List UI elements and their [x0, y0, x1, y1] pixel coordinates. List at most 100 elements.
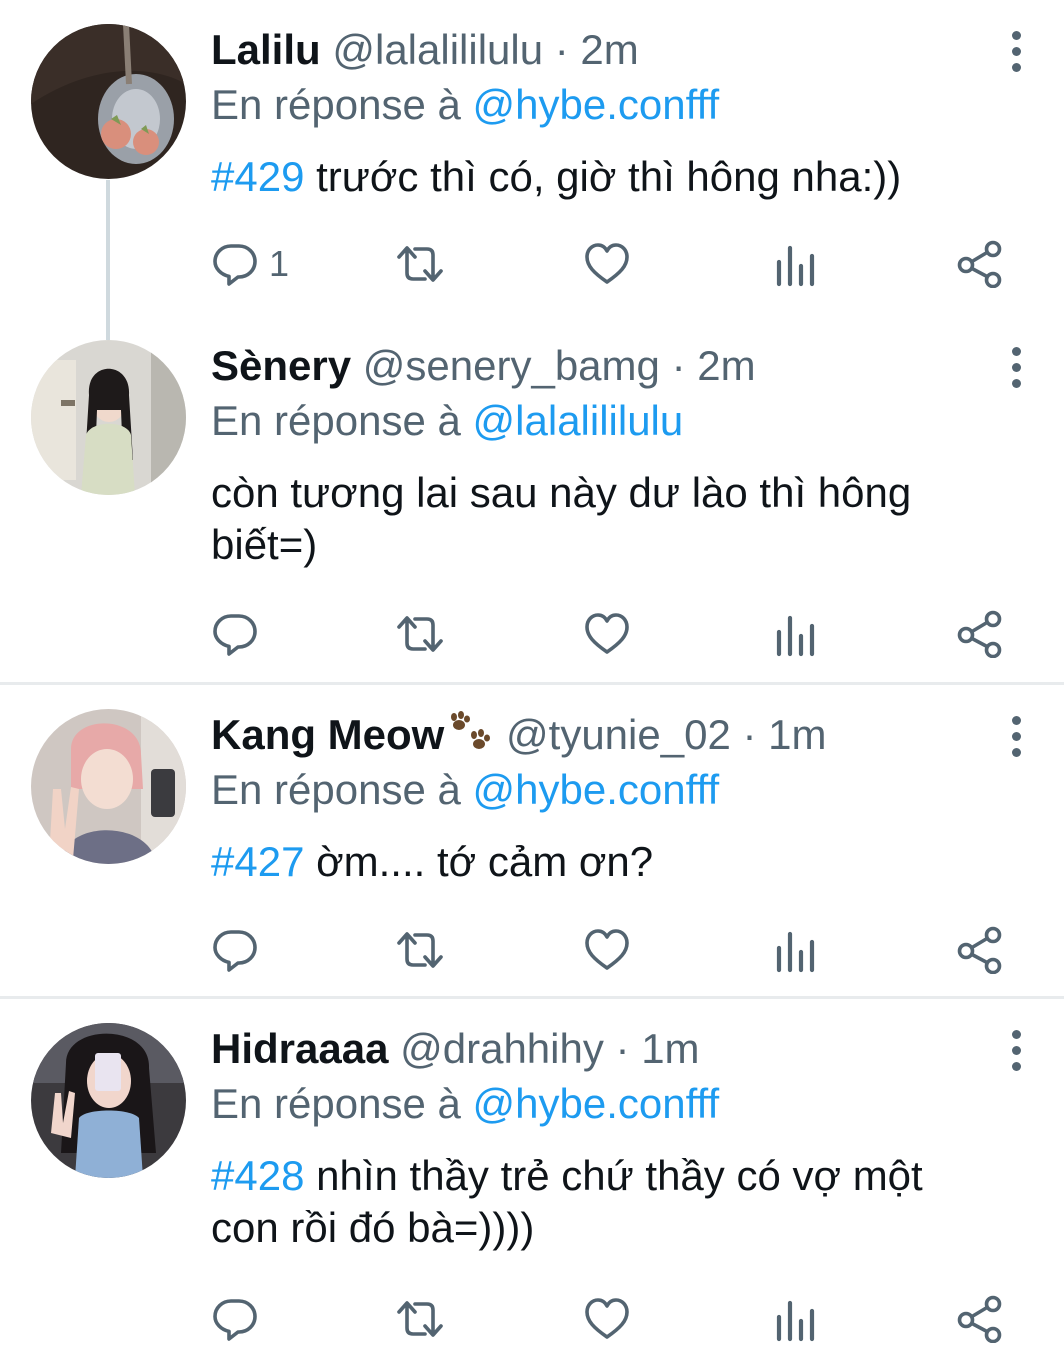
- tweet-text: #428 nhìn thầy trẻ chứ thầy có vợ một co…: [211, 1150, 1001, 1254]
- retweet-button[interactable]: [396, 606, 444, 662]
- reply-prefix: En réponse à: [211, 766, 461, 813]
- reply-prefix: En réponse à: [211, 1080, 461, 1127]
- share-button[interactable]: [956, 1291, 1004, 1347]
- retweet-button[interactable]: [396, 1291, 444, 1347]
- reply-icon: [211, 926, 259, 974]
- tweet-header: Lalilu @lalalililulu · 2m: [211, 24, 639, 76]
- user-handle[interactable]: @drahhihy: [400, 1025, 604, 1072]
- hashtag-link[interactable]: #427: [211, 838, 304, 885]
- thread-connector-line: [106, 180, 110, 340]
- reply-mention-link[interactable]: @hybe.confff: [473, 81, 720, 128]
- separator-dot: ·: [742, 711, 757, 758]
- action-bar: 1: [211, 236, 1011, 292]
- views-icon: [771, 240, 819, 288]
- reply-mention-link[interactable]: @hybe.confff: [473, 1080, 720, 1127]
- share-icon: [956, 926, 1004, 974]
- tweet-text: còn tương lai sau này dư lào thì hông bi…: [211, 467, 981, 571]
- like-icon: [583, 240, 631, 288]
- share-icon: [956, 240, 1004, 288]
- tweet-header: Sènery @senery_bamg · 2m: [211, 340, 756, 392]
- tweet-body: ờm.... tớ cảm ơn?: [304, 838, 654, 885]
- reply-context: En réponse à @hybe.confff: [211, 764, 719, 816]
- user-handle[interactable]: @senery_bamg: [363, 342, 660, 389]
- reply-mention-link[interactable]: @lalalililulu: [473, 397, 684, 444]
- separator-dot: ·: [615, 1025, 630, 1072]
- separator-dot: ·: [554, 26, 569, 73]
- user-handle[interactable]: @lalalililulu: [332, 26, 543, 73]
- reply-icon: [211, 1295, 259, 1343]
- share-icon: [956, 1295, 1004, 1343]
- display-name[interactable]: Sènery: [211, 342, 351, 389]
- views-icon: [771, 926, 819, 974]
- like-button[interactable]: [583, 922, 631, 978]
- action-bar: [211, 922, 1011, 978]
- like-button[interactable]: [583, 606, 631, 662]
- views-button[interactable]: [771, 1291, 819, 1347]
- like-icon: [583, 926, 631, 974]
- reply-icon: [211, 240, 259, 288]
- avatar[interactable]: [31, 709, 186, 864]
- tweet-4[interactable]: Hidraaaa @drahhihy · 1m En réponse à @hy…: [0, 999, 1064, 1360]
- avatar[interactable]: [31, 340, 186, 495]
- reply-button[interactable]: 1: [211, 236, 289, 292]
- more-options-icon[interactable]: [1002, 700, 1030, 772]
- retweet-icon: [396, 1295, 444, 1343]
- reply-button[interactable]: [211, 922, 259, 978]
- share-button[interactable]: [956, 236, 1004, 292]
- share-button[interactable]: [956, 922, 1004, 978]
- tweet-header: Kang Meow @tyunie_02 · 1m: [211, 709, 827, 761]
- display-name[interactable]: Kang Meow: [211, 711, 444, 758]
- avatar[interactable]: [31, 1023, 186, 1178]
- display-name[interactable]: Lalilu: [211, 26, 321, 73]
- tweet-body: nhìn thầy trẻ chứ thầy có vợ một con rồi…: [211, 1152, 923, 1251]
- views-button[interactable]: [771, 236, 819, 292]
- reply-context: En réponse à @hybe.confff: [211, 1078, 719, 1130]
- timestamp[interactable]: 1m: [768, 711, 826, 758]
- retweet-button[interactable]: [396, 236, 444, 292]
- share-button[interactable]: [956, 606, 1004, 662]
- tweet-body: trước thì có, giờ thì hông nha:)): [304, 153, 902, 200]
- avatar[interactable]: [31, 24, 186, 179]
- more-options-icon[interactable]: [1002, 331, 1030, 403]
- retweet-button[interactable]: [396, 922, 444, 978]
- share-icon: [956, 610, 1004, 658]
- separator-dot: ·: [671, 342, 686, 389]
- views-button[interactable]: [771, 922, 819, 978]
- retweet-icon: [396, 610, 444, 658]
- action-bar: [211, 606, 1011, 662]
- like-button[interactable]: [583, 1291, 631, 1347]
- reply-context: En réponse à @lalalililulu: [211, 395, 683, 447]
- reply-icon: [211, 610, 259, 658]
- tweet-1[interactable]: Lalilu @lalalililulu · 2m En réponse à @…: [0, 0, 1064, 340]
- tweet-text: #429 trước thì có, giờ thì hông nha:)): [211, 151, 1011, 203]
- reply-prefix: En réponse à: [211, 397, 461, 444]
- action-bar: [211, 1291, 1011, 1347]
- more-options-icon[interactable]: [1002, 1014, 1030, 1086]
- reply-count: 1: [269, 243, 290, 284]
- retweet-icon: [396, 240, 444, 288]
- reply-context: En réponse à @hybe.confff: [211, 79, 719, 131]
- tweet-header: Hidraaaa @drahhihy · 1m: [211, 1023, 700, 1075]
- paw-prints-emoji: [451, 711, 491, 749]
- user-handle[interactable]: @tyunie_02: [506, 711, 731, 758]
- more-options-icon[interactable]: [1002, 15, 1030, 87]
- tweet-2[interactable]: Sènery @senery_bamg · 2m En réponse à @l…: [0, 330, 1064, 682]
- hashtag-link[interactable]: #428: [211, 1152, 304, 1199]
- retweet-icon: [396, 926, 444, 974]
- tweet-text: #427 ờm.... tớ cảm ơn?: [211, 836, 1011, 888]
- reply-prefix: En réponse à: [211, 81, 461, 128]
- views-button[interactable]: [771, 606, 819, 662]
- like-button[interactable]: [583, 236, 631, 292]
- reply-button[interactable]: [211, 1291, 259, 1347]
- views-icon: [771, 1295, 819, 1343]
- tweet-3[interactable]: Kang Meow @tyunie_02 · 1m En réponse à @…: [0, 685, 1064, 996]
- timestamp[interactable]: 2m: [580, 26, 638, 73]
- like-icon: [583, 1295, 631, 1343]
- reply-mention-link[interactable]: @hybe.confff: [473, 766, 720, 813]
- timestamp[interactable]: 1m: [641, 1025, 699, 1072]
- views-icon: [771, 610, 819, 658]
- hashtag-link[interactable]: #429: [211, 153, 304, 200]
- reply-button[interactable]: [211, 606, 259, 662]
- timestamp[interactable]: 2m: [697, 342, 755, 389]
- display-name[interactable]: Hidraaaa: [211, 1025, 388, 1072]
